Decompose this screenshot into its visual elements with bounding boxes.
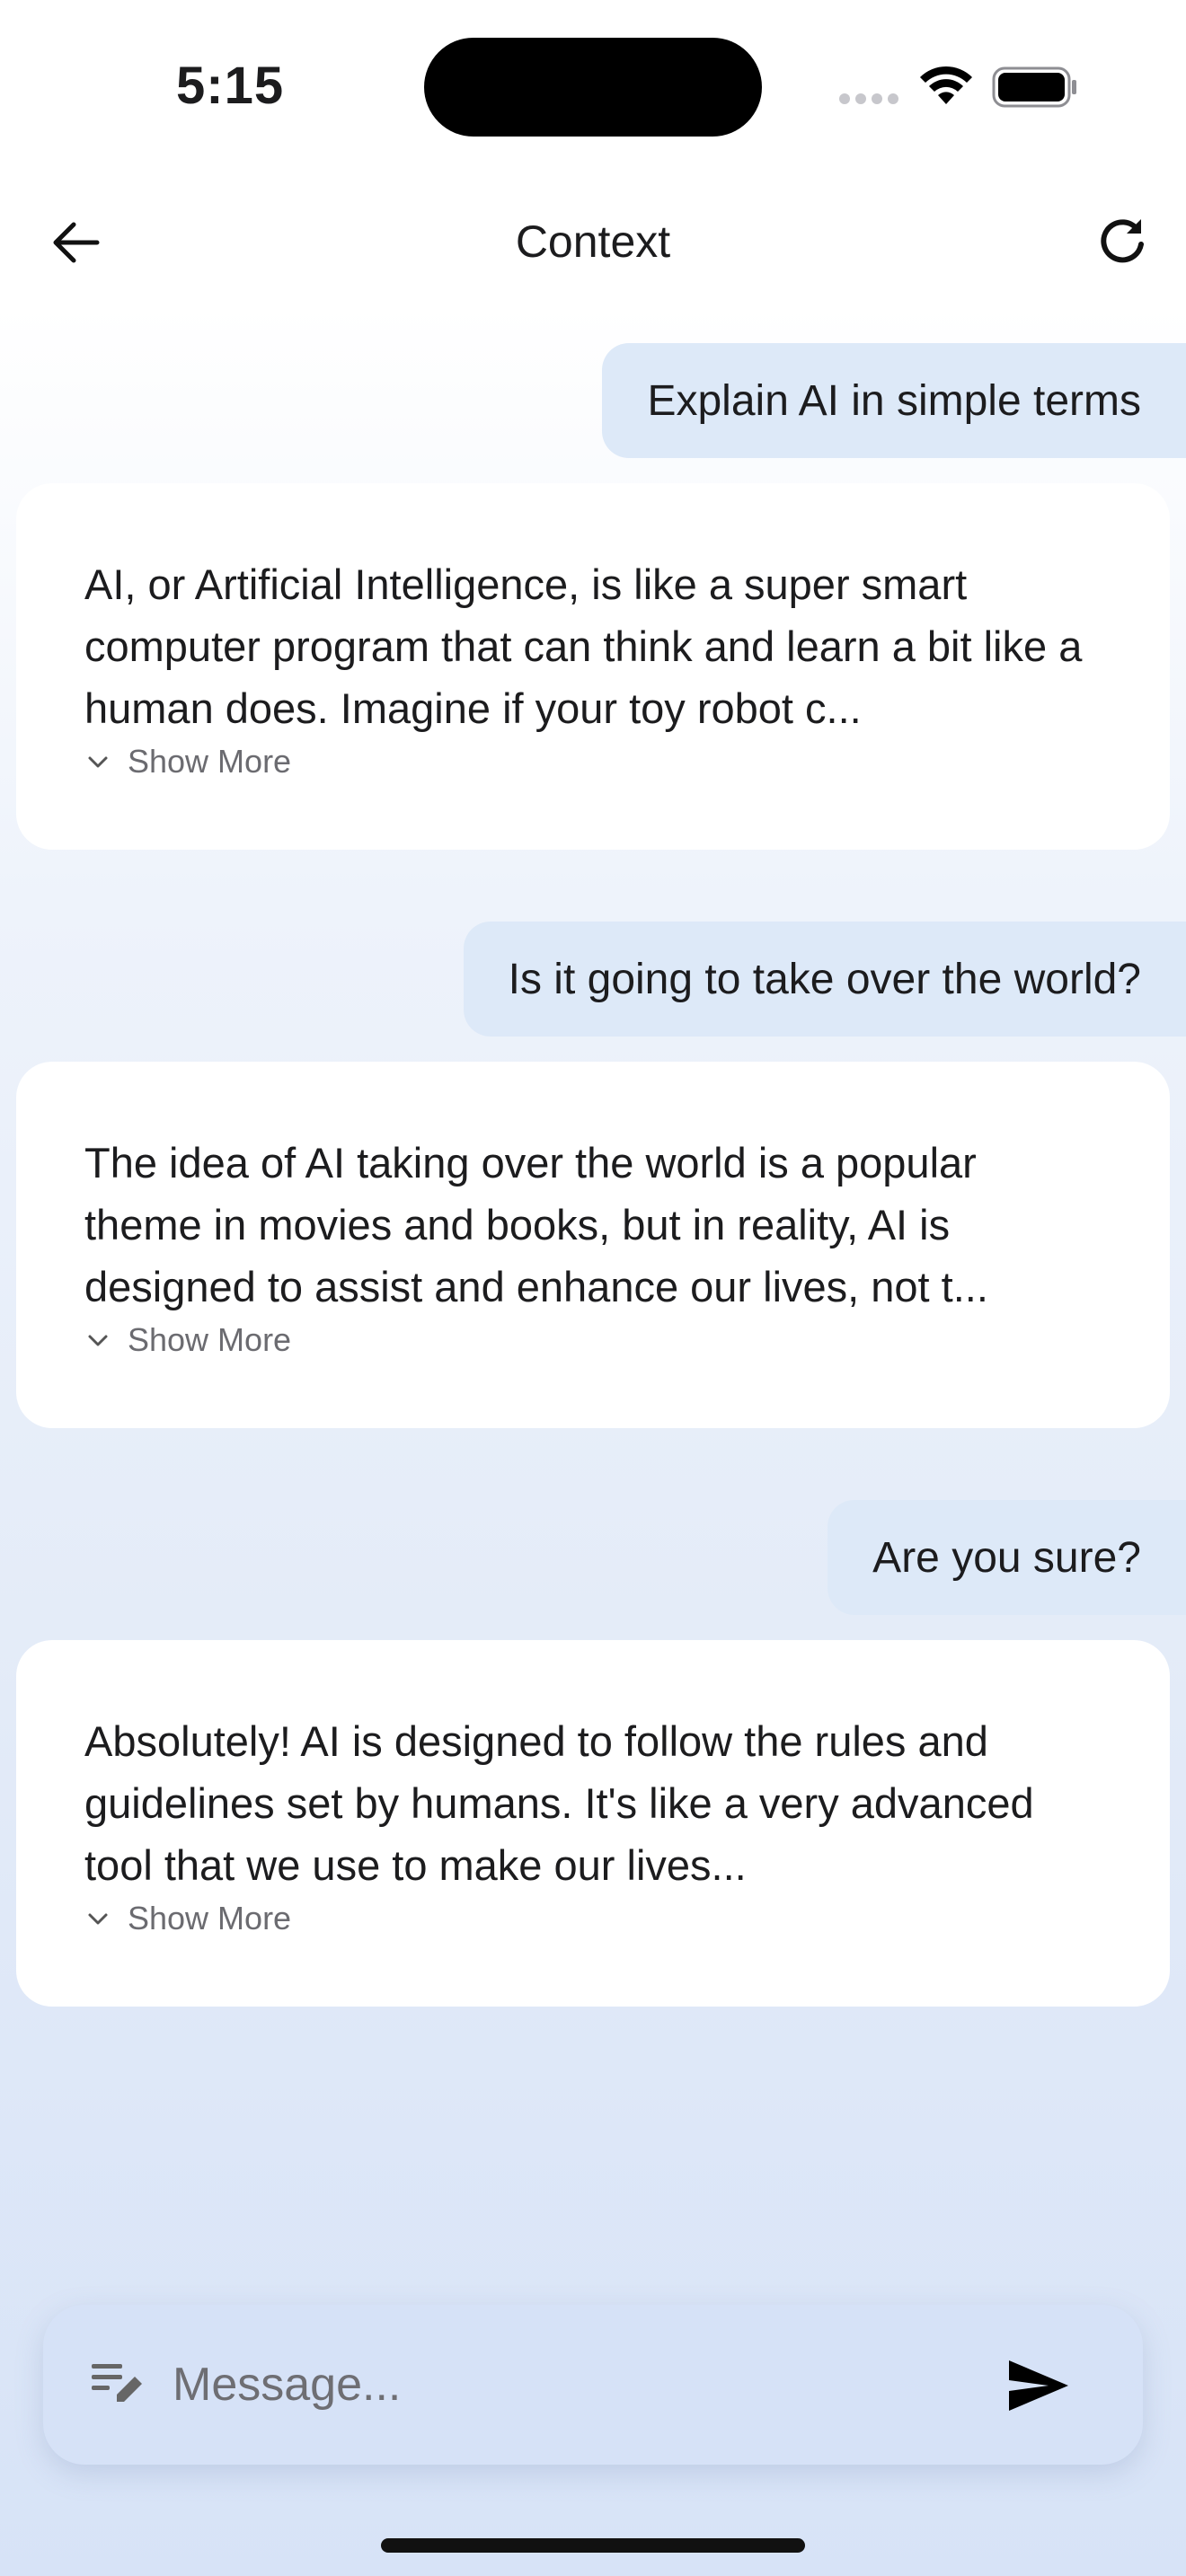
chevron-down-icon bbox=[88, 756, 108, 768]
send-icon bbox=[1009, 2360, 1068, 2411]
refresh-icon bbox=[1101, 219, 1144, 263]
assistant-message-card: Absolutely! AI is designed to follow the… bbox=[16, 1640, 1170, 2007]
status-bar: 5:15 bbox=[0, 0, 1186, 171]
page-title: Context bbox=[515, 216, 671, 267]
show-more-label: Show More bbox=[128, 1321, 292, 1358]
show-more-button[interactable]: Show More bbox=[84, 1896, 1103, 1941]
user-message-text: Is it going to take over the world? bbox=[508, 955, 1141, 1003]
home-indicator bbox=[381, 2538, 805, 2553]
show-more-label: Show More bbox=[128, 743, 292, 780]
battery-icon bbox=[992, 66, 1076, 108]
user-message-bubble: Is it going to take over the world? bbox=[463, 922, 1186, 1037]
user-message-bubble: Are you sure? bbox=[828, 1500, 1186, 1615]
chevron-down-icon bbox=[88, 1335, 108, 1346]
show-more-label: Show More bbox=[128, 1900, 292, 1936]
status-time: 5:15 bbox=[176, 57, 285, 115]
assistant-message-text: Absolutely! AI is designed to follow the… bbox=[84, 1717, 1034, 1889]
message-input[interactable] bbox=[173, 2344, 981, 2425]
user-message-bubble: Explain AI in simple terms bbox=[602, 343, 1186, 458]
refresh-button[interactable] bbox=[1091, 210, 1154, 273]
chevron-down-icon bbox=[88, 1913, 108, 1925]
assistant-message-card: AI, or Artificial Intelligence, is like … bbox=[16, 483, 1170, 850]
assistant-message-text: The idea of AI taking over the world is … bbox=[84, 1139, 988, 1310]
message-composer bbox=[43, 2305, 1143, 2465]
assistant-message-card: The idea of AI taking over the world is … bbox=[16, 1062, 1170, 1428]
top-nav-bar: Context bbox=[0, 180, 1186, 305]
user-message-text: Explain AI in simple terms bbox=[647, 376, 1141, 425]
show-more-button[interactable]: Show More bbox=[84, 1318, 1103, 1363]
assistant-message-text: AI, or Artificial Intelligence, is like … bbox=[84, 560, 1083, 732]
edit-note-icon bbox=[92, 2364, 142, 2402]
show-more-button[interactable]: Show More bbox=[84, 739, 1103, 784]
send-button[interactable] bbox=[1001, 2350, 1076, 2422]
dynamic-island bbox=[424, 38, 762, 137]
cellular-signal-icon bbox=[839, 93, 902, 106]
wifi-icon bbox=[920, 66, 972, 104]
user-message-text: Are you sure? bbox=[872, 1533, 1141, 1582]
